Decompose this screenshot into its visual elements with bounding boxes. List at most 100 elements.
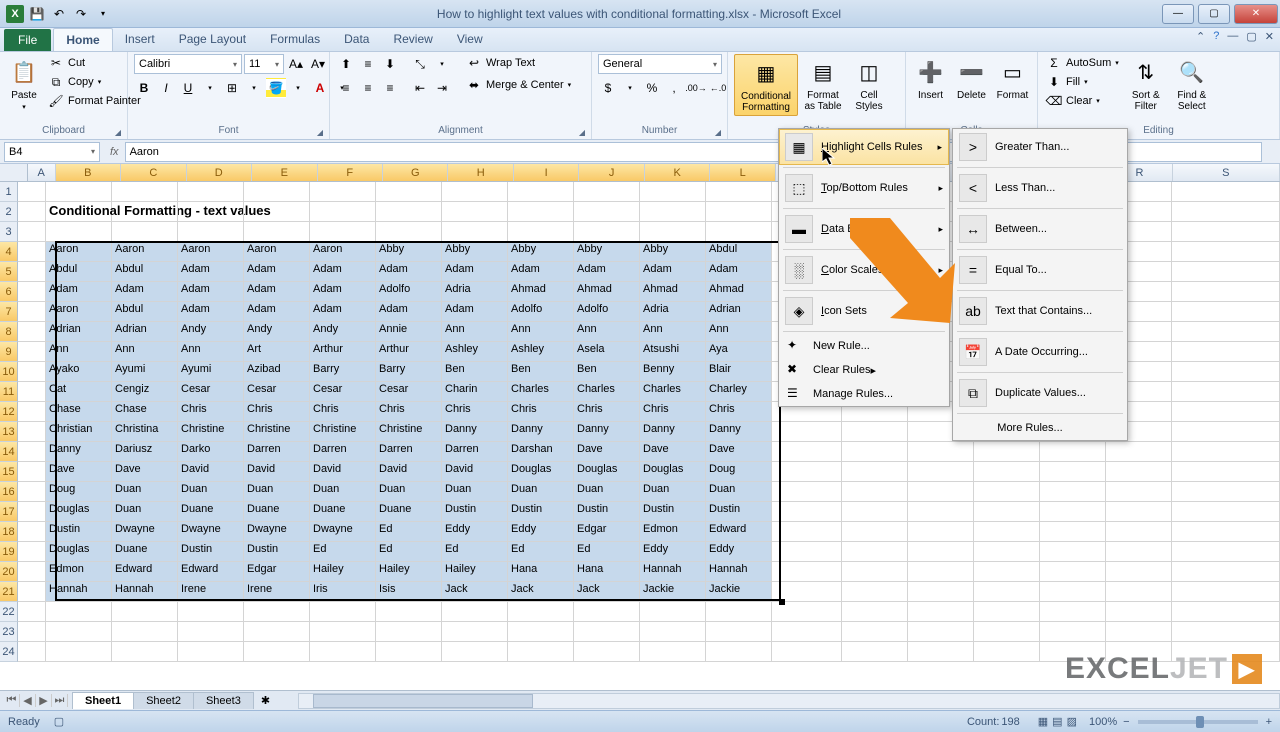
cell[interactable] xyxy=(574,642,640,662)
cell[interactable]: Chris xyxy=(310,402,376,422)
cell[interactable] xyxy=(842,602,908,622)
cell[interactable]: Aaron xyxy=(178,242,244,262)
cell[interactable] xyxy=(974,502,1040,522)
row-header[interactable]: 5 xyxy=(0,262,18,282)
row-header[interactable]: 8 xyxy=(0,322,18,342)
cell[interactable] xyxy=(842,622,908,642)
cell[interactable]: Jack xyxy=(508,582,574,602)
cell[interactable]: Ann xyxy=(574,322,640,342)
column-header[interactable]: I xyxy=(514,164,579,181)
cell[interactable] xyxy=(842,542,908,562)
cf-menu-manage-rules-[interactable]: ☰Manage Rules... xyxy=(779,382,949,406)
cell[interactable]: Cesar xyxy=(310,382,376,402)
cell[interactable]: Blair xyxy=(706,362,772,382)
cell[interactable]: Douglas xyxy=(574,462,640,482)
cell[interactable]: Dustin xyxy=(508,502,574,522)
cell[interactable] xyxy=(908,442,974,462)
zoom-in-icon[interactable]: + xyxy=(1266,716,1272,728)
cell[interactable]: Dustin xyxy=(244,542,310,562)
cell[interactable] xyxy=(18,242,46,262)
font-color-button[interactable]: A xyxy=(310,78,330,98)
font-name-combo[interactable]: Calibri▾ xyxy=(134,54,242,74)
cell[interactable] xyxy=(1172,622,1280,642)
zoom-out-icon[interactable]: − xyxy=(1123,716,1129,728)
cell[interactable]: Adam xyxy=(376,262,442,282)
accounting-format-icon[interactable]: $ xyxy=(598,78,618,98)
cell[interactable]: Duan xyxy=(640,482,706,502)
cell[interactable] xyxy=(1106,562,1172,582)
cell[interactable]: Danny xyxy=(508,422,574,442)
cell[interactable]: Aya xyxy=(706,342,772,362)
cell[interactable]: Abdul xyxy=(112,262,178,282)
hcr-menu-duplicate-values-[interactable]: ⧉Duplicate Values... xyxy=(953,375,1127,411)
cell[interactable] xyxy=(974,642,1040,662)
row-header[interactable]: 18 xyxy=(0,522,18,542)
cell[interactable] xyxy=(842,642,908,662)
cell[interactable] xyxy=(376,222,442,242)
cell[interactable] xyxy=(508,182,574,202)
cell[interactable] xyxy=(508,202,574,222)
cell[interactable]: Duan xyxy=(112,482,178,502)
cell[interactable]: Adam xyxy=(508,262,574,282)
font-launcher-icon[interactable]: ◢ xyxy=(317,128,323,137)
cell[interactable]: Ed xyxy=(508,542,574,562)
cell[interactable] xyxy=(1106,622,1172,642)
cell[interactable]: Barry xyxy=(310,362,376,382)
cell[interactable]: Duan xyxy=(376,482,442,502)
cell[interactable] xyxy=(1106,542,1172,562)
cell[interactable]: Adolfo xyxy=(376,282,442,302)
cell[interactable] xyxy=(442,642,508,662)
cell[interactable] xyxy=(908,502,974,522)
cell[interactable]: Dariusz xyxy=(112,442,178,462)
cell[interactable]: Edgar xyxy=(244,562,310,582)
decrease-decimal-icon[interactable]: ←.0 xyxy=(708,78,728,98)
row-header[interactable]: 2 xyxy=(0,202,18,222)
cell[interactable] xyxy=(18,542,46,562)
minimize-button[interactable]: — xyxy=(1162,4,1194,24)
cell[interactable]: Benny xyxy=(640,362,706,382)
cell[interactable]: Adam xyxy=(310,282,376,302)
column-header[interactable]: F xyxy=(318,164,383,181)
row-header[interactable]: 16 xyxy=(0,482,18,502)
cell[interactable]: Abby xyxy=(508,242,574,262)
cell[interactable] xyxy=(18,482,46,502)
cell[interactable]: Dwayne xyxy=(310,522,376,542)
cell[interactable]: Hannah xyxy=(46,582,112,602)
cell[interactable]: Douglas xyxy=(508,462,574,482)
row-header[interactable]: 3 xyxy=(0,222,18,242)
cell[interactable]: Danny xyxy=(706,422,772,442)
cell[interactable] xyxy=(376,642,442,662)
cell[interactable]: Dustin xyxy=(178,542,244,562)
cell[interactable] xyxy=(18,562,46,582)
doc-restore-icon[interactable]: ▢ xyxy=(1246,30,1256,43)
column-header[interactable]: B xyxy=(56,164,121,181)
cell[interactable] xyxy=(1172,302,1280,322)
tab-view[interactable]: View xyxy=(445,28,495,51)
cell[interactable] xyxy=(1172,442,1280,462)
cell[interactable] xyxy=(1106,582,1172,602)
cell[interactable]: Aaron xyxy=(46,242,112,262)
cell[interactable] xyxy=(842,422,908,442)
cell[interactable] xyxy=(706,642,772,662)
cell[interactable] xyxy=(1172,182,1280,202)
cell[interactable] xyxy=(772,542,842,562)
cell[interactable]: Ed xyxy=(376,522,442,542)
cell[interactable]: Annie xyxy=(376,322,442,342)
cell[interactable] xyxy=(772,422,842,442)
file-tab[interactable]: File xyxy=(4,29,51,51)
row-header[interactable]: 12 xyxy=(0,402,18,422)
cell[interactable] xyxy=(112,202,178,222)
cell[interactable]: David xyxy=(376,462,442,482)
cell[interactable]: Charles xyxy=(640,382,706,402)
cell[interactable] xyxy=(376,202,442,222)
cell[interactable]: Adam xyxy=(640,262,706,282)
cell[interactable]: Adrian xyxy=(46,322,112,342)
cell[interactable] xyxy=(1040,482,1106,502)
sheet-tab-sheet1[interactable]: Sheet1 xyxy=(72,692,134,709)
cell[interactable]: Duane xyxy=(178,502,244,522)
clear-button[interactable]: ⌫Clear▾ xyxy=(1044,92,1121,110)
cell[interactable] xyxy=(908,642,974,662)
hcr-menu-a-date-occurring-[interactable]: 📅A Date Occurring... xyxy=(953,334,1127,370)
cell[interactable]: Duane xyxy=(244,502,310,522)
cell[interactable] xyxy=(974,562,1040,582)
